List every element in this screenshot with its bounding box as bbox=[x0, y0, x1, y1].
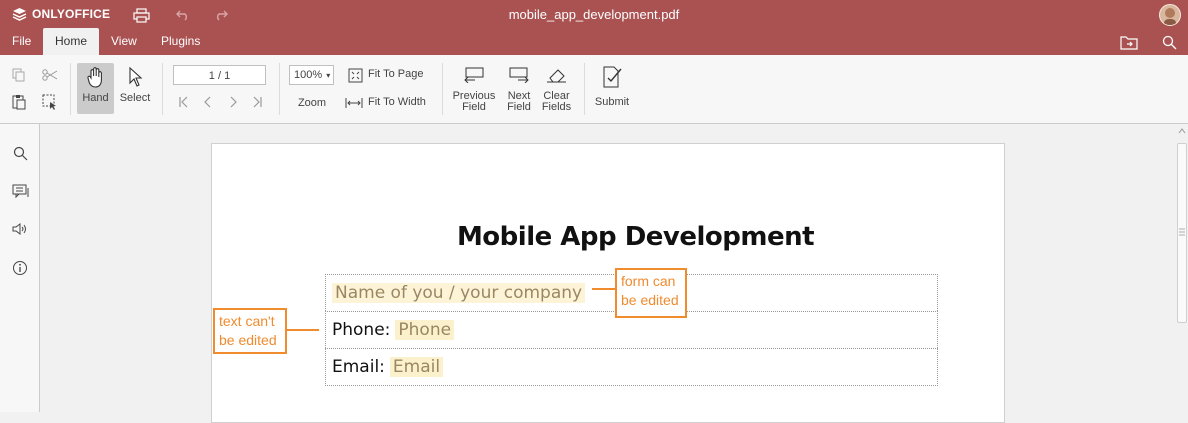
fit-to-width-icon[interactable] bbox=[345, 94, 363, 112]
scroll-up-icon bbox=[1178, 128, 1186, 134]
submit-icon bbox=[603, 66, 622, 88]
callout-connector bbox=[592, 288, 616, 290]
cursor-arrow-icon bbox=[129, 66, 143, 87]
cut-icon[interactable] bbox=[41, 66, 59, 84]
toolbar-divider bbox=[279, 63, 280, 115]
ribbon-toolbar: Hand Select 1 / 1 100% ▾ Zoom Fit To Pag… bbox=[0, 55, 1188, 124]
search-icon[interactable] bbox=[1160, 33, 1178, 51]
tab-file[interactable]: File bbox=[0, 28, 43, 55]
document-heading: Mobile App Development bbox=[456, 222, 815, 252]
next-field-icon bbox=[509, 67, 529, 83]
callout-form-editable-line-1: form can bbox=[621, 273, 676, 289]
comments-icon[interactable] bbox=[10, 181, 30, 201]
chevron-down-icon: ▾ bbox=[326, 71, 331, 80]
previous-page-icon[interactable] bbox=[199, 93, 217, 111]
submit-button[interactable]: Submit bbox=[594, 66, 630, 108]
submit-label: Submit bbox=[594, 96, 630, 108]
fit-to-page-button[interactable]: Fit To Page bbox=[368, 69, 423, 80]
email-label: Email: bbox=[332, 357, 385, 377]
form-row-email: Email: Email bbox=[325, 348, 938, 386]
callout-form-editable: form can be edited bbox=[615, 268, 687, 318]
title-bar: ONLYOFFICE mobile_app_development.pdf Fi… bbox=[0, 0, 1188, 55]
select-all-icon[interactable] bbox=[41, 93, 59, 111]
scrollbar-thumb[interactable] bbox=[1177, 143, 1187, 323]
select-tool-button[interactable]: Select bbox=[118, 63, 152, 104]
scroll-grip-icon bbox=[1179, 228, 1185, 236]
document-page: Mobile App Development Name of you / you… bbox=[211, 143, 1005, 423]
info-icon[interactable] bbox=[10, 258, 30, 278]
search-icon[interactable] bbox=[10, 143, 30, 163]
callout-connector bbox=[287, 329, 319, 331]
zoom-select[interactable]: 100% ▾ bbox=[289, 65, 334, 85]
callout-text-not-editable-line-1: text can't bbox=[219, 313, 275, 329]
next-field-label-2: Field bbox=[507, 101, 531, 113]
fit-to-width-button[interactable]: Fit To Width bbox=[368, 97, 426, 108]
eraser-icon bbox=[546, 69, 566, 83]
tab-plugins[interactable]: Plugins bbox=[149, 28, 212, 55]
fit-to-page-icon[interactable] bbox=[346, 66, 364, 84]
clear-fields-button[interactable]: Clear Fields bbox=[540, 67, 573, 113]
tab-home[interactable]: Home bbox=[43, 28, 99, 55]
toolbar-divider bbox=[584, 63, 585, 115]
toolbar-divider bbox=[70, 63, 71, 115]
vertical-scrollbar[interactable] bbox=[1176, 124, 1188, 412]
next-field-button[interactable]: Next Field bbox=[504, 67, 534, 113]
document-title: mobile_app_development.pdf bbox=[508, 7, 680, 22]
clear-fields-label-2: Fields bbox=[541, 101, 572, 113]
callout-text-not-editable-line-2: be edited bbox=[219, 332, 277, 348]
toolbar-divider bbox=[162, 63, 163, 115]
callout-text-not-editable: text can't be edited bbox=[213, 308, 287, 354]
copy-icon[interactable] bbox=[10, 66, 28, 84]
speaker-icon[interactable] bbox=[10, 219, 30, 239]
first-page-icon[interactable] bbox=[174, 93, 192, 111]
phone-label: Phone: bbox=[332, 320, 391, 340]
user-avatar[interactable] bbox=[1159, 4, 1181, 26]
phone-field[interactable]: Phone bbox=[395, 320, 455, 340]
last-page-icon[interactable] bbox=[249, 93, 267, 111]
page-number-input[interactable]: 1 / 1 bbox=[173, 65, 266, 85]
left-sidebar bbox=[0, 124, 40, 412]
next-page-icon[interactable] bbox=[224, 93, 242, 111]
hand-label: Hand bbox=[82, 92, 109, 104]
previous-field-label-2: Field bbox=[462, 101, 486, 113]
select-label: Select bbox=[119, 92, 151, 104]
zoom-value: 100% bbox=[294, 69, 323, 81]
zoom-label: Zoom bbox=[297, 97, 327, 109]
tab-view[interactable]: View bbox=[99, 28, 149, 55]
hand-icon bbox=[86, 67, 102, 88]
name-field[interactable]: Name of you / your company bbox=[332, 283, 586, 303]
previous-field-icon bbox=[464, 67, 484, 83]
paste-icon[interactable] bbox=[10, 93, 28, 111]
hand-tool-button[interactable]: Hand bbox=[77, 63, 114, 114]
email-field[interactable]: Email bbox=[389, 357, 444, 377]
toolbar-divider bbox=[442, 63, 443, 115]
previous-field-button[interactable]: Previous Field bbox=[451, 67, 497, 113]
callout-form-editable-line-2: be edited bbox=[621, 292, 679, 308]
open-location-icon[interactable] bbox=[1120, 33, 1138, 51]
